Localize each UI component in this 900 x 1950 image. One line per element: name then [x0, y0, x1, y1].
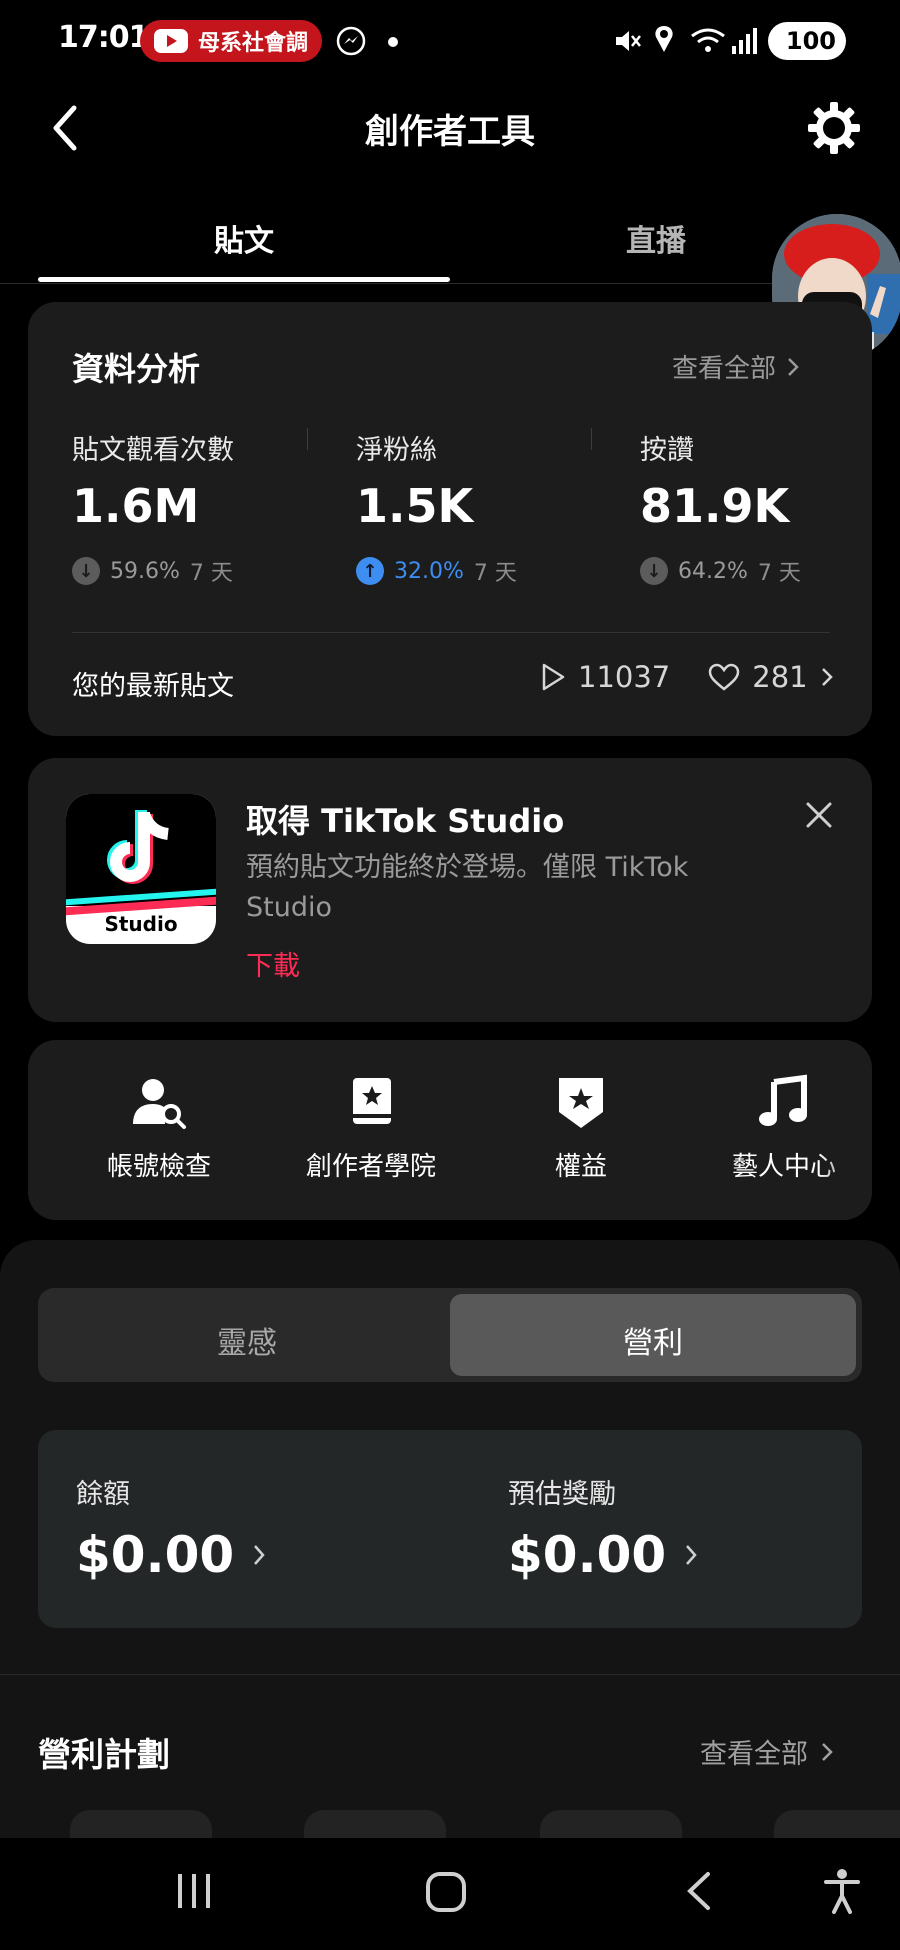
heart-icon [709, 663, 740, 691]
status-time: 17:01 [58, 20, 149, 55]
estimated-rewards-value: $0.00 [508, 1526, 667, 1584]
account-check-icon [133, 1079, 186, 1129]
tool-creator-academy[interactable]: 創作者學院 [276, 1074, 466, 1183]
metric-change: 59.6% [110, 558, 180, 584]
chevron-right-icon [254, 1545, 265, 1565]
active-tab-indicator [38, 277, 450, 282]
metric-change: 32.0% [394, 558, 464, 584]
metric-period: 7 天 [189, 561, 233, 586]
tool-benefits[interactable]: 權益 [486, 1074, 676, 1183]
tool-label: 權益 [554, 1152, 607, 1182]
notification-dot [388, 37, 398, 47]
messenger-icon [336, 26, 366, 56]
battery-indicator: 100 [768, 22, 846, 60]
metric-post-views[interactable]: 貼文觀看次數 1.6M ↓ 59.6% 7 天 [72, 428, 234, 587]
play-icon [542, 663, 565, 691]
metric-likes[interactable]: 按讚 81.9K ↓ 64.2% 7 天 [640, 428, 801, 587]
balance-value: $0.00 [76, 1526, 235, 1584]
metric-separator [591, 428, 592, 450]
tool-label: 藝人中心 [731, 1152, 836, 1182]
nav-back-icon[interactable] [684, 1870, 714, 1912]
tool-label: 帳號檢查 [106, 1152, 211, 1182]
settings-gear-icon[interactable] [806, 100, 862, 156]
chevron-right-icon [822, 1742, 833, 1761]
notification-pill[interactable]: 母系社會調 [140, 20, 322, 62]
latest-post-views: 11037 [578, 660, 671, 694]
metric-net-followers[interactable]: 淨粉絲 1.5K ↑ 32.0% 7 天 [356, 428, 517, 587]
metric-label: 淨粉絲 [356, 435, 437, 466]
tiktok-studio-app-icon: Studio [66, 794, 216, 944]
metric-label: 按讚 [640, 435, 694, 466]
tool-account-check[interactable]: 帳號檢查 [64, 1074, 254, 1183]
latest-post-stats[interactable]: 11037 281 [540, 660, 834, 694]
metric-separator [307, 428, 308, 450]
chevron-right-icon [686, 1545, 697, 1565]
metric-period: 7 天 [757, 561, 801, 586]
arrow-down-icon: ↓ [640, 557, 668, 585]
academy-book-icon [353, 1078, 391, 1124]
close-icon[interactable] [804, 800, 834, 830]
promo-download-link[interactable]: 下載 [246, 944, 300, 983]
location-icon [655, 26, 673, 52]
segment-monetization[interactable]: 營利 [450, 1318, 856, 1362]
home-icon[interactable] [424, 1870, 468, 1914]
latest-post-label: 您的最新貼文 [72, 671, 234, 702]
arrow-down-icon: ↓ [72, 557, 100, 585]
analytics-divider [72, 632, 830, 633]
balance-value-link[interactable]: $0.00 [76, 1526, 266, 1584]
promo-description: 預約貼文功能終於登場。僅限 TikTok Studio [246, 852, 689, 923]
analytics-title: 資料分析 [72, 350, 201, 388]
benefits-badge-icon [559, 1078, 603, 1128]
metric-value: 1.6M [72, 479, 200, 533]
section-divider [0, 1674, 900, 1675]
latest-post-likes: 281 [752, 660, 808, 694]
analytics-view-all-label: 查看全部 [672, 354, 777, 384]
signal-icon [732, 28, 757, 54]
page-title: 創作者工具 [365, 112, 535, 152]
metric-change: 64.2% [678, 558, 748, 584]
notification-pill-text: 母系社會調 [198, 31, 309, 56]
chevron-right-icon [821, 668, 833, 686]
monetization-view-all-link[interactable]: 查看全部 [700, 1732, 834, 1771]
estimated-rewards-link[interactable]: $0.00 [508, 1526, 698, 1584]
youtube-icon [154, 29, 188, 53]
tool-artist-center[interactable]: 藝人中心 [696, 1074, 872, 1183]
mute-icon [616, 31, 641, 51]
metric-period: 7 天 [473, 561, 517, 586]
battery-level: 100 [785, 27, 836, 55]
metric-value: 1.5K [356, 479, 474, 533]
arrow-up-icon: ↑ [356, 557, 384, 585]
tool-label: 創作者學院 [305, 1152, 436, 1182]
monetization-title: 營利計劃 [38, 1735, 170, 1774]
tab-live[interactable]: 直播 [556, 216, 756, 260]
balance-label: 餘額 [76, 1479, 130, 1510]
metric-label: 貼文觀看次數 [72, 435, 234, 466]
estimated-rewards-label: 預估獎勵 [508, 1479, 616, 1510]
accessibility-icon[interactable] [822, 1868, 862, 1914]
monetization-view-all-label: 查看全部 [700, 1739, 808, 1770]
wifi-icon [691, 28, 725, 52]
music-note-icon [759, 1074, 807, 1126]
recent-apps-icon[interactable] [174, 1870, 214, 1912]
app-icon-label: Studio [104, 912, 178, 936]
promo-title: 取得 TikTok Studio [246, 802, 565, 840]
tiktok-note-icon [107, 810, 169, 884]
segment-inspiration[interactable]: 靈感 [44, 1318, 450, 1362]
analytics-view-all-link[interactable]: 查看全部 [672, 348, 800, 385]
tab-posts[interactable]: 貼文 [144, 216, 344, 260]
chevron-right-icon [788, 357, 799, 376]
metric-value: 81.9K [640, 479, 790, 533]
tab-divider [0, 283, 900, 284]
